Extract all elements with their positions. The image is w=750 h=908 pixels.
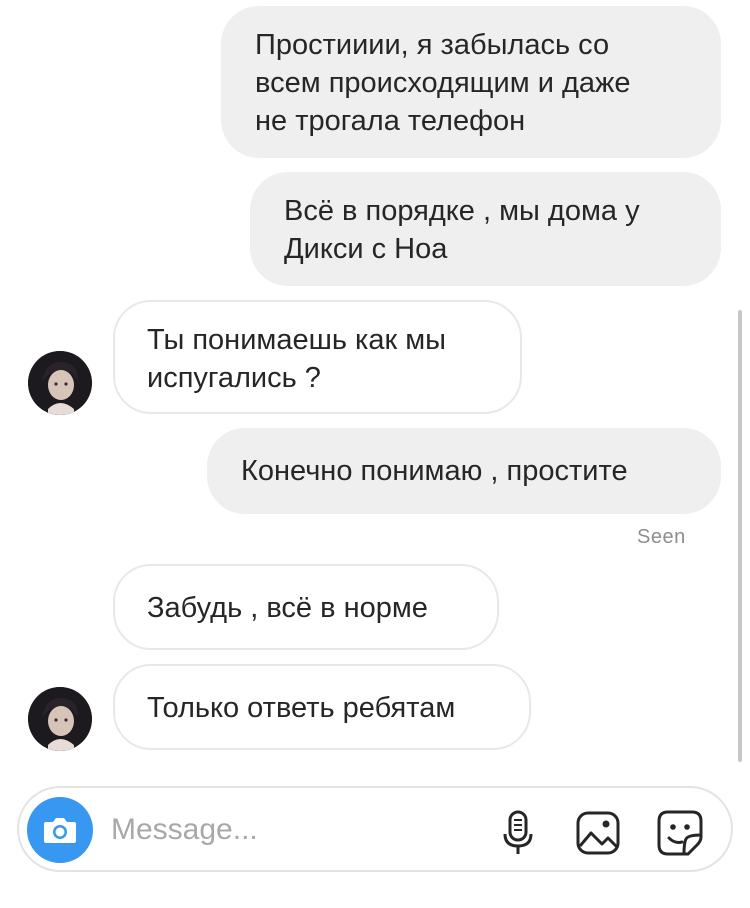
sticker-button[interactable] — [655, 808, 705, 858]
contact-avatar[interactable] — [28, 687, 92, 751]
incoming-message[interactable]: Забудь , всё в норме — [113, 564, 499, 650]
camera-icon — [44, 818, 76, 843]
microphone-button[interactable] — [493, 808, 543, 858]
microphone-icon — [503, 810, 533, 854]
sticker-icon — [657, 810, 703, 856]
avatar-image — [28, 351, 92, 415]
camera-button[interactable] — [27, 797, 93, 863]
outgoing-message[interactable]: Всё в порядке , мы дома у Дикси с Ноа — [250, 172, 721, 286]
message-thread[interactable]: Простииии, я забылась со всем происходящ… — [0, 0, 750, 780]
incoming-message[interactable]: Ты понимаешь как мы испугались ? — [113, 300, 522, 414]
message-input[interactable] — [109, 808, 473, 852]
outgoing-message[interactable]: Конечно понимаю , простите — [207, 428, 721, 514]
avatar-image — [28, 687, 92, 751]
seen-status: Seen — [637, 526, 686, 548]
gallery-icon — [576, 811, 620, 855]
outgoing-message[interactable]: Простииии, я забылась со всем происходящ… — [221, 6, 721, 158]
scrollbar[interactable] — [738, 310, 742, 762]
contact-avatar[interactable] — [28, 351, 92, 415]
incoming-message[interactable]: Только ответь ребятам — [113, 664, 531, 750]
message-composer — [17, 786, 733, 872]
gallery-button[interactable] — [573, 808, 623, 858]
